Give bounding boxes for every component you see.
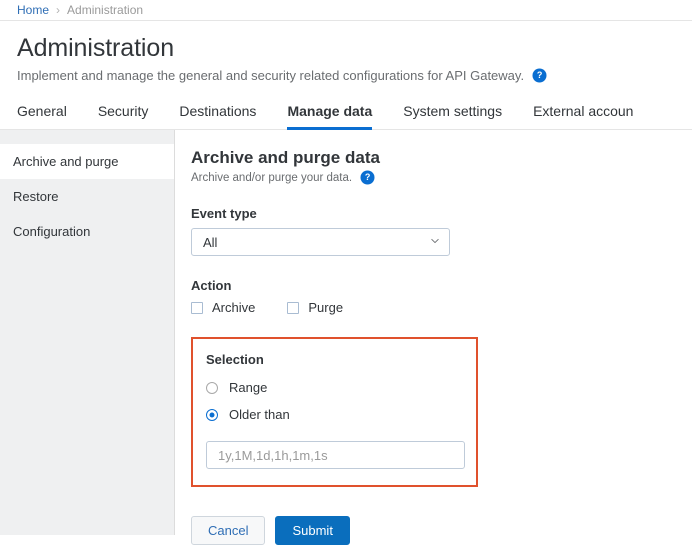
radio-older-than[interactable]: Older than: [206, 407, 462, 422]
tab-destinations[interactable]: Destinations: [179, 103, 256, 130]
tab-general[interactable]: General: [17, 103, 67, 130]
selection-label: Selection: [206, 352, 264, 367]
older-than-input[interactable]: [206, 441, 465, 469]
radio-range[interactable]: Range: [206, 380, 462, 395]
sidebar-item-archive-and-purge[interactable]: Archive and purge: [0, 144, 174, 179]
section-help-circle-icon[interactable]: ?: [361, 171, 375, 184]
breadcrumb-separator-icon: ›: [56, 3, 61, 17]
checkbox-archive-label: Archive: [212, 300, 256, 315]
section-title: Archive and purge data: [191, 148, 380, 167]
form-actions: Cancel Submit: [191, 516, 692, 545]
breadcrumb: Home › Administration: [0, 0, 692, 21]
tab-manage-data[interactable]: Manage data: [287, 103, 373, 130]
section-subtitle: Archive and/or purge your data.: [191, 171, 353, 184]
help-glyph: ?: [536, 69, 543, 80]
cancel-button[interactable]: Cancel: [191, 516, 266, 545]
sidebar-item-restore[interactable]: Restore: [0, 179, 174, 214]
tab-system-settings[interactable]: System settings: [403, 103, 502, 130]
page-subtitle-row: Implement and manage the general and sec…: [17, 68, 692, 83]
tab-bar: General Security Destinations Manage dat…: [0, 96, 692, 130]
section-subtitle-row: Archive and/or purge your data. ?: [191, 171, 692, 184]
action-options: Archive Purge: [191, 300, 692, 315]
event-type-label: Event type: [191, 206, 257, 221]
page-title: Administration: [17, 34, 174, 62]
content-area: Archive and purge Restore Configuration …: [0, 130, 692, 545]
event-type-select-wrapper: All: [191, 228, 450, 256]
checkbox-purge[interactable]: Purge: [287, 300, 343, 315]
help-circle-icon[interactable]: ?: [533, 69, 547, 82]
tab-external-accounts[interactable]: External accoun: [533, 103, 633, 130]
radio-older-than-label: Older than: [229, 407, 290, 422]
page-subtitle: Implement and manage the general and sec…: [17, 68, 525, 83]
main-panel: Archive and purge data Archive and/or pu…: [175, 130, 692, 545]
section-help-glyph: ?: [364, 171, 371, 182]
checkbox-purge-label: Purge: [308, 300, 344, 315]
checkbox-archive-box[interactable]: [191, 301, 203, 314]
event-type-select[interactable]: All: [191, 228, 450, 256]
checkbox-archive[interactable]: Archive: [191, 300, 255, 315]
radio-older-than-circle[interactable]: [206, 408, 218, 421]
selection-panel: Selection Range Older than: [191, 337, 478, 487]
sidebar-item-configuration[interactable]: Configuration: [0, 214, 174, 249]
tab-security[interactable]: Security: [98, 103, 149, 130]
sidebar: Archive and purge Restore Configuration: [0, 130, 175, 535]
breadcrumb-current: Administration: [67, 3, 144, 17]
page-header: Administration Implement and manage the …: [0, 21, 692, 83]
submit-button[interactable]: Submit: [275, 516, 350, 545]
breadcrumb-link-home[interactable]: Home: [17, 3, 49, 17]
radio-range-circle[interactable]: [206, 381, 218, 394]
radio-range-label: Range: [229, 380, 268, 395]
checkbox-purge-box[interactable]: [287, 301, 300, 314]
action-label: Action: [191, 278, 232, 293]
